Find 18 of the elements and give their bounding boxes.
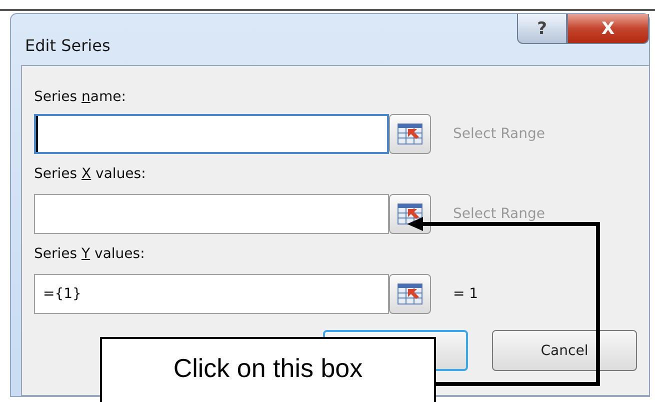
help-button[interactable]: ? [517,14,567,44]
text-field[interactable]: ={1} [34,274,389,314]
field-label: Series name: [34,88,127,107]
cancel-button[interactable]: Cancel [492,330,637,371]
range-select-icon [397,283,423,305]
field-label: Series X values: [34,165,147,184]
range-hint: = 1 [453,286,478,302]
text-field[interactable] [34,194,389,234]
text-field[interactable] [34,114,389,154]
range-select-button[interactable] [389,194,431,234]
callout-tooltip: Click on this box [100,337,436,402]
window-title: Edit Series [25,36,110,55]
close-button[interactable]: X [567,14,649,44]
range-hint: Select Range [453,126,546,142]
field-label: Series Y values: [34,245,146,264]
range-hint: Select Range [453,206,546,222]
range-select-icon [397,203,423,225]
range-select-icon [397,123,423,145]
